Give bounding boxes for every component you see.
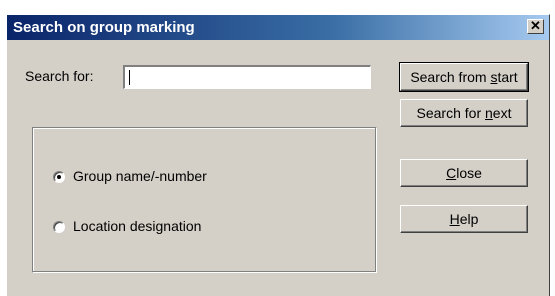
search-for-label: Search for: (25, 68, 94, 84)
help-button[interactable]: Help (400, 205, 528, 233)
group-name-label[interactable]: Group name/-number (73, 168, 207, 184)
text-caret (129, 70, 130, 85)
group-name-radio[interactable] (53, 171, 65, 183)
search-input[interactable] (122, 64, 372, 90)
close-window-button[interactable]: ✕ (527, 19, 544, 34)
search-dialog: Search on group marking ✕ Search for: Gr… (6, 14, 550, 296)
search-from-start-label: Search from (410, 69, 491, 85)
help-label-rest: elp (459, 211, 479, 227)
search-from-start-button[interactable]: Search from start (399, 62, 529, 92)
close-button[interactable]: Close (400, 159, 528, 187)
search-type-groupbox (32, 127, 377, 273)
close-icon: ✕ (530, 18, 541, 33)
help-mnemonic: H (449, 211, 460, 227)
location-designation-radio[interactable] (53, 221, 65, 233)
radio-selected-dot (57, 175, 61, 179)
search-for-next-mnemonic: n (485, 105, 493, 121)
search-from-start-label-rest: tart (497, 69, 518, 85)
title-bar: Search on group marking ✕ (7, 15, 549, 40)
search-for-next-label-rest: ext (492, 105, 512, 121)
dialog-title: Search on group marking (13, 19, 195, 36)
close-label-rest: lose (456, 165, 482, 181)
search-for-next-button[interactable]: Search for next (400, 99, 528, 127)
location-designation-label[interactable]: Location designation (73, 218, 201, 234)
search-for-next-label: Search for (416, 105, 485, 121)
close-mnemonic: C (446, 165, 457, 181)
